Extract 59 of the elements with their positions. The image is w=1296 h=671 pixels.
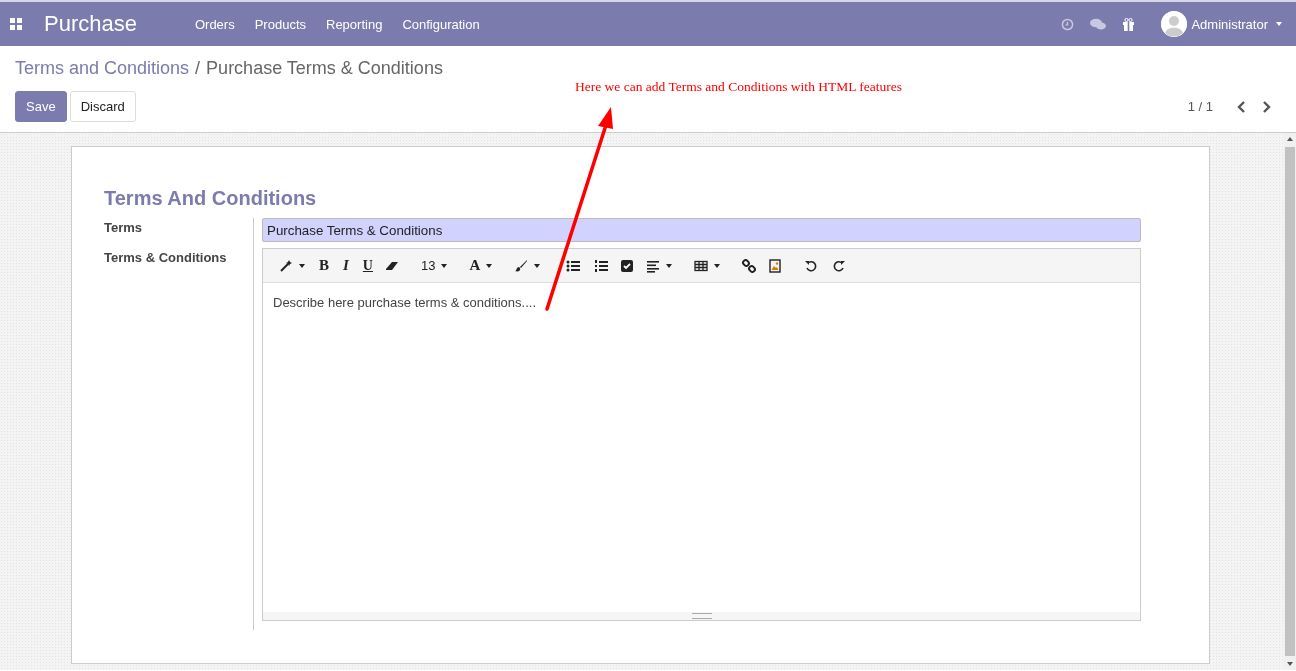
toolbar-button[interactable]	[694, 258, 721, 273]
caret-icon	[486, 263, 493, 268]
next-icon[interactable]	[1262, 100, 1271, 113]
breadcrumb-current: Purchase Terms & Conditions	[206, 58, 443, 79]
annotation-text: Here we can add Terms and Conditions with HTML features	[575, 79, 903, 95]
scrollbar[interactable]	[1284, 133, 1296, 670]
user-name[interactable]: Administrator	[1191, 16, 1268, 32]
breadcrumb-link[interactable]: Terms and Conditions	[15, 58, 190, 79]
menu-item[interactable]: Configuration	[392, 16, 490, 32]
toolbar-button[interactable]	[804, 258, 819, 273]
app-name: Purchase	[44, 11, 137, 37]
toolbar-button[interactable]	[514, 258, 541, 273]
bullet-list-icon	[566, 258, 581, 273]
toolbar-button[interactable]	[646, 258, 673, 273]
toolbar-button[interactable]: 13	[421, 258, 448, 273]
terms-input[interactable]: Purchase Terms & Conditions	[262, 218, 1141, 242]
table-icon	[694, 258, 709, 273]
menu-item[interactable]: Reporting	[316, 16, 393, 32]
align-left-icon	[646, 258, 661, 273]
html-editor[interactable]: B I U 13 A Describe here purchase terms & conditions....	[262, 248, 1141, 621]
caret-icon[interactable]	[1276, 22, 1282, 26]
previous-icon[interactable]	[1237, 100, 1246, 113]
apps-grid-icon[interactable]	[10, 18, 22, 30]
toolbar-button[interactable]	[566, 258, 581, 273]
form-title: Terms And Conditions	[104, 187, 318, 210]
toolbar-button[interactable]	[742, 258, 757, 273]
image-icon	[768, 258, 783, 273]
editor-text[interactable]: Describe here purchase terms & conditions....	[273, 295, 536, 310]
discard-button[interactable]: Discard	[69, 91, 136, 122]
magic-wand-icon	[279, 258, 293, 273]
caret-icon	[666, 263, 673, 268]
save-button[interactable]: Save	[15, 91, 67, 122]
field-label: Terms	[104, 220, 143, 235]
numbered-list-icon	[594, 258, 609, 273]
toolbar-button[interactable]	[620, 258, 635, 273]
field-label: Terms & Conditions	[104, 250, 227, 265]
toolbar-button[interactable]	[832, 258, 847, 273]
caret-icon	[714, 263, 721, 268]
resize-handle[interactable]	[691, 613, 712, 619]
toolbar-button[interactable]: U	[362, 257, 373, 274]
link-icon	[742, 258, 757, 273]
toolbar-button[interactable]: B	[319, 257, 329, 274]
pager-counter: 1 / 1	[1187, 99, 1213, 114]
checkbox-icon	[620, 258, 635, 273]
breadcrumb-separator: /	[195, 58, 201, 79]
avatar-icon[interactable]	[1161, 11, 1188, 37]
redo-icon	[832, 258, 847, 273]
brush-icon	[514, 258, 529, 273]
caret-icon	[534, 263, 541, 268]
toolbar-button[interactable]	[279, 258, 305, 273]
caret-icon	[299, 263, 305, 268]
toolbar-button[interactable]: I	[343, 257, 349, 274]
gift-icon[interactable]	[1122, 17, 1136, 31]
menu-item[interactable]: Products	[244, 16, 316, 32]
menu-item[interactable]: Orders	[184, 16, 245, 32]
toolbar-button[interactable]	[594, 258, 609, 273]
caret-icon	[441, 263, 448, 268]
undo-icon	[804, 258, 819, 273]
toolbar-button[interactable]: A	[469, 257, 493, 274]
